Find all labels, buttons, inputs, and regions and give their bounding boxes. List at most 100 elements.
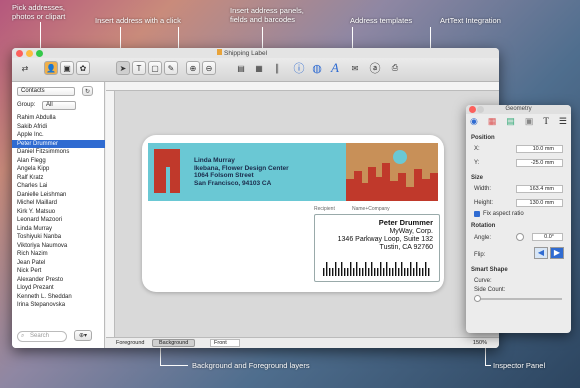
pen-tool[interactable]: ✎ [164, 61, 178, 75]
layer-select[interactable]: Front [210, 339, 240, 347]
contact-list-item[interactable]: Rahim Abdulla [12, 114, 105, 123]
barcode-bar [401, 262, 403, 276]
width-label: Width: [474, 186, 492, 192]
arttext-icon[interactable]: A [328, 60, 342, 75]
zoom-in-button[interactable]: ⊕ [186, 61, 200, 75]
amazon-icon[interactable]: ⓐ [368, 61, 382, 75]
barcode-bar [386, 262, 388, 276]
barcode-bar [413, 268, 415, 276]
contact-list-item[interactable]: Viktoriya Naumova [12, 242, 105, 251]
contact-list-item[interactable]: Leonard Mazoori [12, 216, 105, 225]
layers-tab-icon[interactable]: ▤ [506, 116, 515, 130]
text-tool[interactable]: T [132, 61, 146, 75]
contact-list-item[interactable]: Kenneth L. Sheddan [12, 293, 105, 302]
design-canvas[interactable]: Linda Murray Ikebana, Flower Design Cent… [106, 82, 499, 348]
contact-list-item[interactable]: Angela Kipp [12, 165, 105, 174]
info-icon[interactable]: ⓘ [292, 61, 306, 75]
zoom-out-button[interactable]: ⊖ [202, 61, 216, 75]
fix-aspect-checkbox[interactable] [474, 211, 480, 217]
tab-foreground[interactable]: Foreground [116, 340, 144, 346]
size-section: Size [471, 175, 484, 181]
recipient-address[interactable]: Peter Drummer MyWay, Corp. 1346 Parkway … [314, 214, 440, 282]
add-contact-button[interactable]: ⊕▾ [74, 330, 92, 341]
callout-inspector: Inspector Panel [493, 361, 546, 370]
clipart-button[interactable]: ✿ [76, 61, 90, 75]
toolbar: ⇄ 👤 ▣ ✿ ➤ T ▢ ✎ ⊕ ⊖ ▤ ▦ ║ ⓘ ◍ A ✉ ⓐ ⎙ [12, 58, 499, 82]
group-select[interactable]: All [42, 101, 76, 110]
contact-list-item[interactable]: Sakib Afridi [12, 123, 105, 132]
contact-list-item[interactable]: Daniel Fitzsimmons [12, 148, 105, 157]
zoom-level[interactable]: 150% [473, 340, 487, 346]
rotation-knob[interactable] [516, 233, 524, 241]
inspector-minimize-button[interactable] [477, 106, 484, 113]
envelope-icon[interactable]: ✉ [348, 61, 362, 75]
sender-address[interactable]: Linda Murray Ikebana, Flower Design Cent… [194, 157, 289, 187]
contact-list-item[interactable]: Alexander Presto [12, 276, 105, 285]
y-field[interactable]: -25.0 mm [516, 159, 563, 167]
contact-list-item[interactable]: Toshiyuki Nanba [12, 233, 105, 242]
barcode-bar [329, 268, 331, 276]
minimize-button[interactable] [26, 50, 33, 57]
contact-list-item[interactable]: Danielle Leishman [12, 191, 105, 200]
barcode-bar [332, 268, 334, 276]
photos-button[interactable]: ▣ [60, 61, 74, 75]
contact-list-item[interactable]: Peter Drummer [12, 139, 105, 148]
flip-vertical-button[interactable]: ▶ [550, 247, 564, 259]
contact-list-item[interactable]: Apple Inc. [12, 131, 105, 140]
geometry-tab-icon[interactable]: ◉ [470, 116, 478, 130]
barcode-bar [350, 262, 352, 276]
search-placeholder: Search [30, 333, 50, 339]
contact-list-item[interactable]: Kirk Y. Matsuo [12, 208, 105, 217]
contact-list-item[interactable]: Nick Pert [12, 267, 105, 276]
contact-list-item[interactable]: Michel Maillard [12, 199, 105, 208]
contact-list-item[interactable]: Jean Patel [12, 259, 105, 268]
globe-icon[interactable]: ◍ [310, 61, 324, 75]
rotation-section: Rotation [471, 223, 496, 229]
barcode-bar [398, 268, 400, 276]
field-icon[interactable]: ▦ [252, 61, 266, 75]
flip-horizontal-button[interactable]: ◀ [534, 247, 548, 259]
shipping-label[interactable]: Linda Murray Ikebana, Flower Design Cent… [142, 135, 444, 292]
recipient-street: 1346 Parkway Loop, Suite 132 [337, 236, 433, 243]
side-count-slider[interactable] [474, 298, 562, 300]
height-label: Height: [474, 200, 494, 206]
angle-field[interactable]: 0.0° [532, 233, 563, 241]
width-field[interactable]: 163.4 mm [516, 185, 563, 193]
fill-tab-icon[interactable]: ▦ [488, 116, 497, 130]
horizontal-ruler [106, 82, 499, 91]
contacts-button[interactable]: 👤 [44, 61, 58, 75]
window-title: Shipping Label [217, 49, 267, 57]
contact-list-item[interactable]: Lloyd Prezant [12, 284, 105, 293]
slider-knob[interactable] [474, 295, 481, 302]
contact-list-item[interactable]: Rich Nazim [12, 250, 105, 259]
sender-band[interactable]: Linda Murray Ikebana, Flower Design Cent… [148, 143, 438, 201]
x-field[interactable]: 10.0 mm [516, 145, 563, 153]
barcode-icon[interactable]: ║ [270, 61, 284, 75]
shape-tool[interactable]: ▢ [148, 61, 162, 75]
close-button[interactable] [16, 50, 23, 57]
document-icon [217, 49, 222, 55]
tab-background[interactable]: Background [152, 339, 196, 347]
refresh-icon[interactable]: ↻ [82, 86, 93, 96]
barcode-bar [389, 268, 391, 276]
address-panel-icon[interactable]: ▤ [234, 61, 248, 75]
inspector-close-button[interactable] [469, 106, 476, 113]
source-select[interactable]: Contacts [17, 87, 75, 96]
contact-list-item[interactable]: Irina Stepanovska [12, 301, 105, 310]
text-tab-icon[interactable]: T [543, 116, 549, 130]
contact-list-item[interactable]: Linda Murray [12, 225, 105, 234]
height-field[interactable]: 130.0 mm [516, 199, 563, 207]
search-field[interactable]: ⌕ Search [17, 331, 67, 342]
name-company-tag: Name+Company [352, 206, 390, 212]
swap-icon[interactable]: ⇄ [18, 61, 32, 75]
list-tab-icon[interactable]: ☰ [559, 116, 567, 130]
select-tool[interactable]: ➤ [116, 61, 130, 75]
zoom-button[interactable] [36, 50, 43, 57]
contacts-sidebar: Contacts ↻ Group: All Rahim Abdulla Sakib… [12, 82, 105, 348]
contact-list-item[interactable]: Alan Flegg [12, 157, 105, 166]
contact-list-item[interactable]: Charles Lai [12, 182, 105, 191]
contact-list-item[interactable]: Ralf Kratz [12, 174, 105, 183]
image-tab-icon[interactable]: ▣ [525, 116, 534, 130]
barcode-bar [419, 268, 421, 276]
printer-icon[interactable]: ⎙ [388, 61, 402, 75]
